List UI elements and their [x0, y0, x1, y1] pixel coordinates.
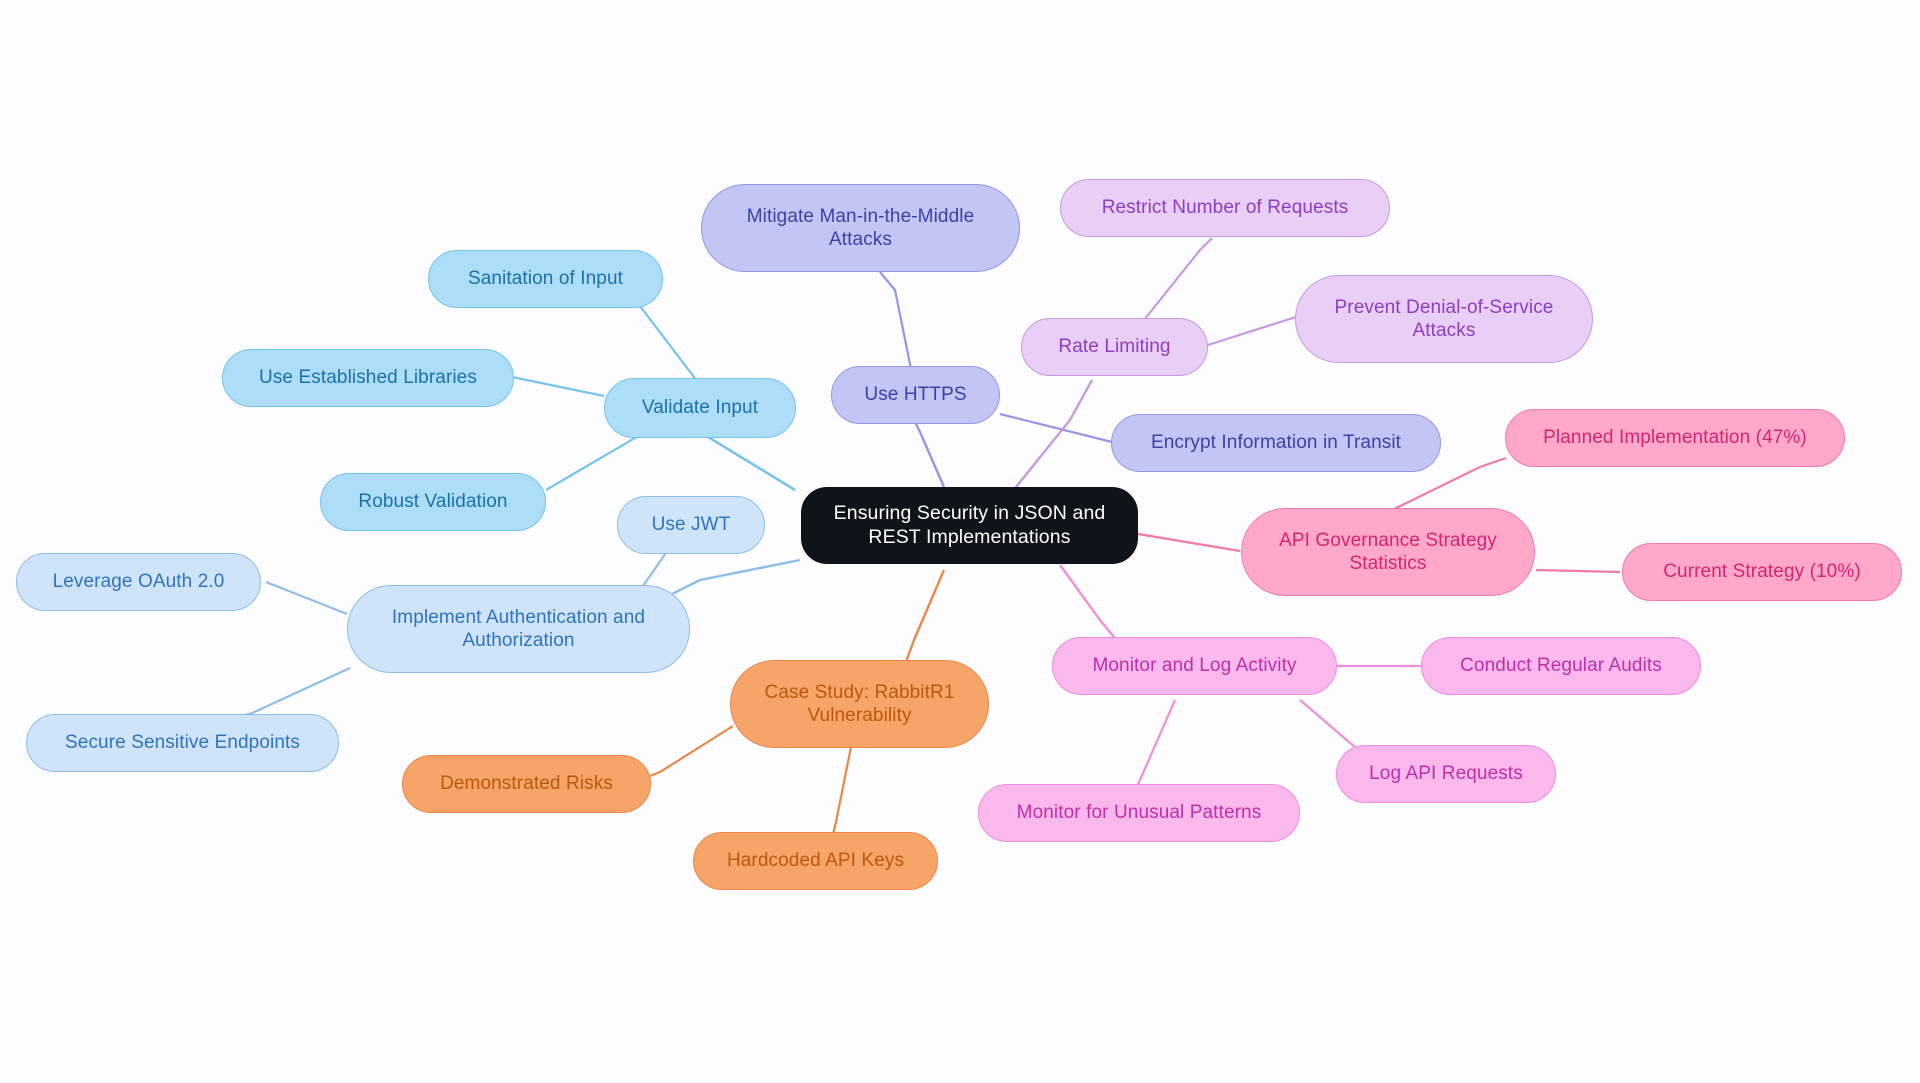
node-monitor-log-activity[interactable]: Monitor and Log Activity — [1052, 637, 1337, 695]
node-secure-endpoints[interactable]: Secure Sensitive Endpoints — [26, 714, 339, 772]
edge-root-api-governance — [1137, 532, 1241, 553]
mindmap-canvas: Ensuring Security in JSON and REST Imple… — [0, 0, 1920, 1083]
node-planned-implementation[interactable]: Planned Implementation (47%) — [1505, 409, 1845, 467]
node-use-established-libraries[interactable]: Use Established Libraries — [222, 349, 514, 407]
node-mitigate-mitm-label: Mitigate Man-in-the-Middle Attacks — [746, 205, 975, 250]
node-demonstrated-risks-label: Demonstrated Risks — [440, 773, 613, 795]
node-planned-implementation-label: Planned Implementation (47%) — [1543, 427, 1807, 449]
node-robust-validation-label: Robust Validation — [358, 491, 508, 513]
edge-validate-robust — [545, 434, 641, 491]
node-use-jwt[interactable]: Use JWT — [617, 496, 765, 554]
node-sanitation-of-input-label: Sanitation of Input — [467, 268, 624, 290]
node-implement-auth[interactable]: Implement Authentication and Authorizati… — [347, 585, 690, 673]
node-restrict-requests-label: Restrict Number of Requests — [1101, 197, 1349, 219]
edge-case-hardcoded-keys — [828, 741, 854, 847]
node-secure-endpoints-label: Secure Sensitive Endpoints — [65, 732, 300, 754]
node-monitor-unusual-patterns[interactable]: Monitor for Unusual Patterns — [978, 784, 1300, 842]
edge-rate-prevent-dos — [1207, 315, 1297, 347]
edge-rate-restrict — [1139, 237, 1213, 326]
node-rate-limiting[interactable]: Rate Limiting — [1021, 318, 1208, 376]
node-current-strategy-label: Current Strategy (10%) — [1663, 561, 1861, 583]
node-api-governance-stats[interactable]: API Governance Strategy Statistics — [1241, 508, 1535, 596]
node-validate-input-label: Validate Input — [641, 397, 759, 419]
node-leverage-oauth[interactable]: Leverage OAuth 2.0 — [16, 553, 261, 611]
node-leverage-oauth-label: Leverage OAuth 2.0 — [52, 571, 225, 593]
node-use-established-libraries-label: Use Established Libraries — [259, 367, 477, 389]
node-hardcoded-api-keys-label: Hardcoded API Keys — [726, 850, 905, 872]
node-robust-validation[interactable]: Robust Validation — [320, 473, 546, 531]
edge-root-use-https — [910, 415, 946, 488]
node-case-study-label: Case Study: RabbitR1 Vulnerability — [764, 681, 955, 726]
node-rate-limiting-label: Rate Limiting — [1058, 336, 1171, 358]
node-conduct-regular-audits[interactable]: Conduct Regular Audits — [1421, 637, 1701, 695]
node-mitigate-mitm[interactable]: Mitigate Man-in-the-Middle Attacks — [701, 184, 1020, 272]
node-use-jwt-label: Use JWT — [651, 514, 731, 536]
root-node[interactable]: Ensuring Security in JSON and REST Imple… — [801, 487, 1138, 564]
node-restrict-requests[interactable]: Restrict Number of Requests — [1060, 179, 1390, 237]
node-api-governance-stats-label: API Governance Strategy Statistics — [1279, 529, 1497, 574]
node-demonstrated-risks[interactable]: Demonstrated Risks — [402, 755, 651, 813]
root-node-label: Ensuring Security in JSON and REST Imple… — [833, 501, 1106, 548]
edge-validate-libraries — [511, 375, 605, 398]
node-prevent-dos-label: Prevent Denial-of-Service Attacks — [1334, 296, 1554, 341]
edge-https-mitm — [879, 271, 914, 375]
node-monitor-unusual-patterns-label: Monitor for Unusual Patterns — [1016, 802, 1262, 824]
node-monitor-log-activity-label: Monitor and Log Activity — [1092, 655, 1297, 677]
node-encrypt-in-transit[interactable]: Encrypt Information in Transit — [1111, 414, 1441, 472]
edge-governance-current — [1535, 568, 1621, 574]
edge-case-demonstrated-risks — [639, 725, 734, 782]
edge-auth-oauth — [265, 580, 348, 616]
edge-root-rate-limiting — [1011, 379, 1094, 493]
node-log-api-requests[interactable]: Log API Requests — [1336, 745, 1556, 803]
node-implement-auth-label: Implement Authentication and Authorizati… — [391, 606, 646, 651]
node-hardcoded-api-keys[interactable]: Hardcoded API Keys — [693, 832, 938, 890]
node-encrypt-in-transit-label: Encrypt Information in Transit — [1150, 432, 1402, 454]
node-case-study[interactable]: Case Study: RabbitR1 Vulnerability — [730, 660, 989, 748]
node-use-https[interactable]: Use HTTPS — [831, 366, 1000, 424]
node-prevent-dos[interactable]: Prevent Denial-of-Service Attacks — [1295, 275, 1593, 363]
node-use-https-label: Use HTTPS — [864, 384, 967, 406]
node-validate-input[interactable]: Validate Input — [604, 378, 796, 438]
node-sanitation-of-input[interactable]: Sanitation of Input — [428, 250, 663, 308]
node-log-api-requests-label: Log API Requests — [1369, 763, 1523, 785]
edge-https-encrypt — [999, 412, 1117, 445]
node-current-strategy[interactable]: Current Strategy (10%) — [1622, 543, 1902, 601]
node-conduct-regular-audits-label: Conduct Regular Audits — [1460, 655, 1662, 677]
